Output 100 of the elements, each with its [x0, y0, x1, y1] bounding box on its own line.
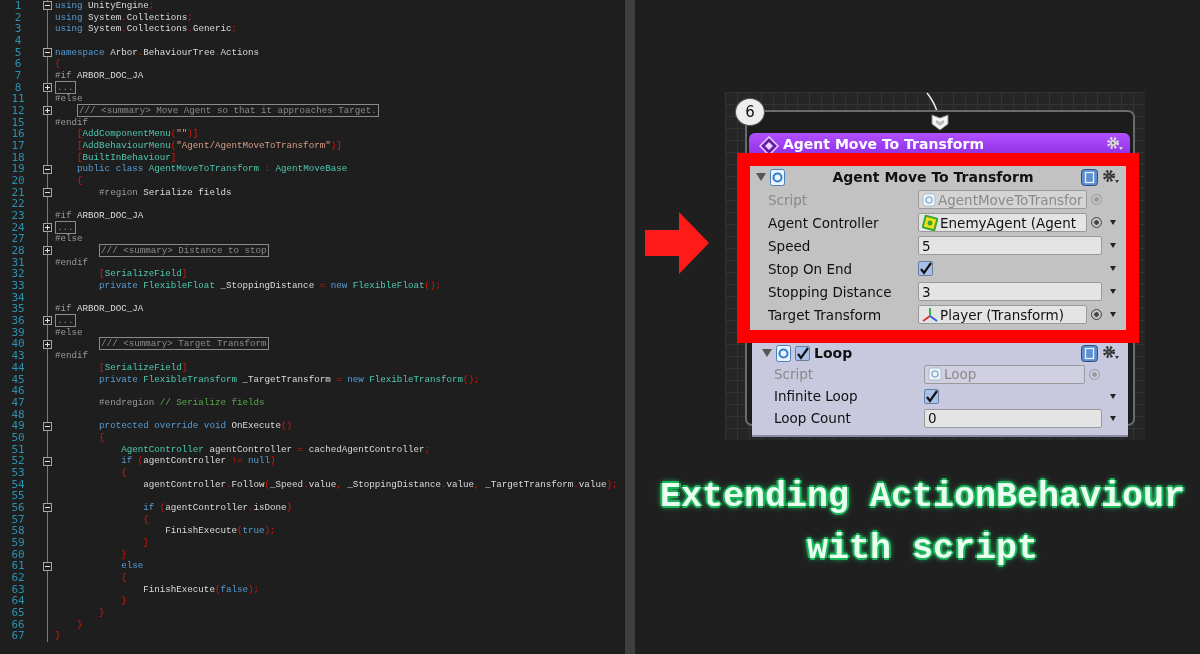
number-field[interactable]: 5 — [918, 236, 1102, 255]
object-picker-icon[interactable] — [1091, 309, 1102, 320]
code-line: { — [120, 466, 127, 479]
line-number: 59 — [10, 536, 26, 549]
code-line: { — [98, 431, 105, 444]
object-picker-icon[interactable] — [1091, 217, 1102, 228]
code-line: } — [120, 548, 127, 561]
caret-icon[interactable] — [1110, 393, 1116, 399]
code-line: AgentController agentController = cachedAgentController; — [120, 443, 430, 456]
code-line: #region Serialize fields — [98, 186, 232, 199]
expand-icon[interactable] — [43, 246, 52, 256]
field-label: Script — [768, 191, 809, 208]
collapse-icon[interactable] — [43, 48, 52, 57]
caret-icon[interactable] — [1110, 312, 1116, 317]
code-line: if (agentController != null) — [120, 455, 276, 467]
line-number: 67 — [10, 630, 26, 642]
settings-icon — [1102, 169, 1120, 185]
collapse-icon[interactable] — [43, 1, 52, 11]
field-label: Agent Controller — [768, 214, 880, 231]
expand-icon[interactable] — [43, 223, 52, 233]
field-label: Infinite Loop — [774, 388, 859, 404]
line-number: 12 — [10, 105, 26, 117]
code-line: } — [98, 606, 105, 619]
shield-icon — [931, 113, 949, 131]
diamond-icon — [759, 136, 779, 156]
line-number: 65 — [10, 606, 26, 619]
line-number: 44 — [10, 361, 26, 374]
caret-icon[interactable] — [1110, 289, 1116, 294]
collapse-icon[interactable] — [43, 561, 52, 571]
line-number: 17 — [10, 140, 26, 152]
expand-icon[interactable] — [43, 339, 52, 349]
code-line: #if ARBOR_DOC_JA — [55, 303, 144, 316]
caret-icon[interactable] — [1110, 415, 1116, 421]
code-line: #endif — [55, 116, 89, 129]
expand-icon[interactable] — [43, 316, 52, 326]
line-number: 46 — [10, 385, 26, 397]
code-line: protected override void OnExecute() — [98, 420, 293, 432]
caret-icon[interactable] — [1110, 220, 1116, 225]
line-number: 22 — [10, 198, 26, 211]
line-number: 45 — [10, 373, 26, 386]
line-number: 11 — [10, 93, 26, 106]
checkbox[interactable] — [918, 261, 933, 276]
code-line: FinishExecute(false); — [142, 583, 259, 596]
axes-icon — [922, 306, 938, 323]
expand-icon[interactable] — [43, 106, 52, 116]
code-line: FinishExecute(true); — [164, 525, 276, 537]
expand-icon[interactable] — [43, 83, 52, 93]
line-number: 19 — [10, 163, 26, 176]
script-icon — [922, 192, 936, 207]
code-line: [AddComponentMenu("")] — [76, 128, 199, 141]
code-line: [AddBehaviourMenu("Agent/AgentMoveToTransform")] — [76, 140, 342, 152]
checkbox[interactable] — [795, 345, 810, 361]
line-number: 52 — [10, 455, 26, 467]
code-line: private FlexibleTransform _TargetTransform = new FlexibleTransform(); — [98, 373, 480, 386]
line-number: 2 — [13, 11, 23, 24]
collapse-icon[interactable] — [43, 503, 52, 513]
line-number: 66 — [10, 618, 26, 631]
component-title: Loop — [814, 345, 854, 361]
node-number: 6 — [735, 98, 765, 126]
caret-icon[interactable] — [1110, 266, 1116, 271]
foldout-icon — [762, 348, 772, 358]
collapse-icon[interactable] — [43, 188, 52, 198]
code-line: #if ARBOR_DOC_JA — [55, 70, 144, 82]
script-icon — [776, 344, 791, 362]
code-line: } — [142, 536, 149, 549]
line-number: 48 — [10, 408, 26, 421]
node-title: Agent Move To Transform — [783, 136, 985, 153]
field-label: Stop On End — [768, 260, 854, 277]
code-line: namespace Arbor.BehaviourTree.Actions — [55, 46, 260, 59]
code-line: using UnityEngine; — [55, 0, 155, 12]
line-number: 3 — [13, 23, 23, 36]
object-field[interactable]: Player (Transform) — [918, 305, 1087, 324]
object-field[interactable]: EnemyAgent (Agent — [918, 213, 1087, 232]
line-number: 16 — [10, 128, 26, 141]
settings-icon — [1102, 345, 1120, 361]
line-number: 51 — [10, 443, 26, 456]
settings-icon — [1106, 136, 1124, 152]
line-number: 35 — [10, 303, 26, 316]
line-number: 53 — [10, 466, 26, 479]
collapse-icon[interactable] — [43, 164, 52, 174]
script-icon — [928, 367, 942, 381]
collapse-icon[interactable] — [43, 456, 52, 466]
code-line: private FlexibleFloat _StoppingDistance = new FlexibleFloat(); — [98, 280, 441, 292]
line-number: 40 — [10, 338, 26, 351]
code-line: else — [120, 560, 144, 572]
line-number: 56 — [10, 501, 26, 514]
number-field[interactable]: 0 — [924, 408, 1102, 428]
field-label: Speed — [768, 237, 812, 254]
line-number: 28 — [10, 245, 26, 257]
line-number: 60 — [10, 548, 26, 561]
checkbox[interactable] — [924, 388, 939, 404]
caret-icon[interactable] — [1110, 243, 1116, 248]
line-number: 39 — [10, 326, 26, 339]
code-line: #else — [55, 233, 83, 246]
line-number: 18 — [10, 151, 26, 164]
code-line: #else — [55, 93, 83, 106]
component-title: Agent Move To Transform — [831, 169, 1035, 185]
collapse-icon[interactable] — [43, 421, 52, 431]
number-field[interactable]: 3 — [918, 282, 1102, 301]
line-number: 58 — [10, 525, 26, 537]
